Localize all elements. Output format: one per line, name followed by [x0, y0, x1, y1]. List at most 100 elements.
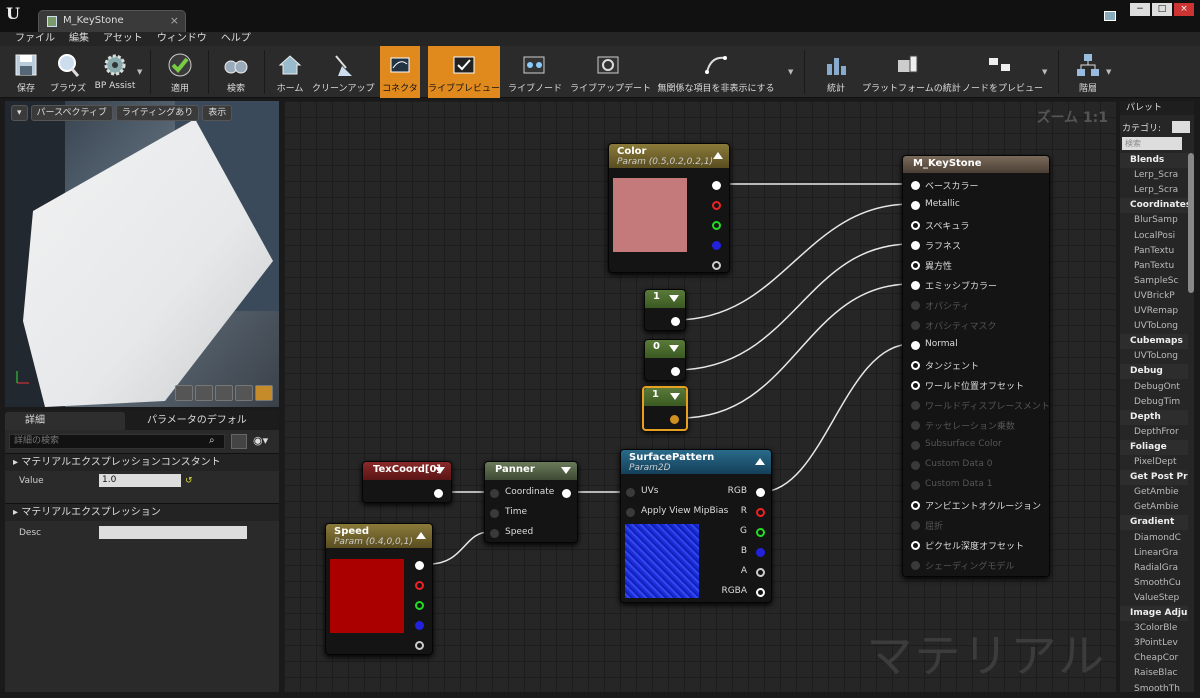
input-pin-ambient-occlusion[interactable] — [911, 501, 920, 510]
palette-item[interactable]: BlurSamp — [1120, 213, 1188, 228]
texcoord-node[interactable]: TexCoord[0] — [362, 461, 452, 503]
cylinder-mesh-button[interactable] — [175, 385, 193, 401]
plane-mesh-button[interactable] — [215, 385, 233, 401]
tab-m-keystone[interactable]: M_KeyStone × — [38, 10, 186, 32]
category-select[interactable] — [1172, 121, 1190, 133]
palette-search-input[interactable]: 検索 — [1122, 137, 1182, 150]
palette-category[interactable]: Coordinates — [1120, 198, 1188, 214]
output-pin-rgba[interactable] — [756, 588, 765, 597]
search-button[interactable]: 検索 — [216, 46, 256, 98]
output-pin-g[interactable] — [756, 528, 765, 537]
home-button[interactable]: ホーム — [270, 46, 310, 98]
tab-details[interactable]: 詳細 — [5, 412, 125, 430]
material-graph[interactable]: ズーム 1:1 マテリアル Color Param (0.5,0.2,0.2,1… — [284, 101, 1116, 692]
output-pin-rgb[interactable] — [415, 561, 424, 570]
menu-window[interactable]: ウィンドウ — [150, 32, 214, 46]
palette-item[interactable]: PanTextu — [1120, 244, 1188, 259]
palette-item[interactable]: RaiseBlac — [1120, 666, 1188, 681]
palette-item[interactable]: RadialGra — [1120, 561, 1188, 576]
palette-item[interactable]: DepthFror — [1120, 425, 1188, 440]
palette-category[interactable]: Depth — [1120, 409, 1188, 425]
constant-node-1[interactable]: 1 — [644, 289, 686, 331]
palette-category[interactable]: Gradient — [1120, 515, 1188, 531]
menu-edit[interactable]: 編集 — [62, 32, 96, 46]
output-pin-g[interactable] — [712, 221, 721, 230]
minimize-button[interactable]: − — [1130, 3, 1150, 16]
value-input[interactable]: 1.0 — [99, 474, 181, 487]
perspective-button[interactable]: パースペクティブ — [30, 105, 113, 121]
panner-node[interactable]: Panner Coordinate Time Speed — [484, 461, 578, 543]
sphere-mesh-button[interactable] — [195, 385, 213, 401]
palette-item[interactable]: UVBrickP — [1120, 289, 1188, 304]
palette-category[interactable]: Cubemaps — [1120, 334, 1188, 350]
input-pin-pixel-depth-offset[interactable] — [911, 541, 920, 550]
constant-node-0[interactable]: 0 — [644, 339, 686, 381]
hide-unrelated-button[interactable]: 無関係な項目を非表示にする — [652, 46, 780, 98]
menu-asset[interactable]: アセット — [96, 32, 150, 46]
output-pin[interactable] — [671, 317, 680, 326]
output-pin-b[interactable] — [712, 241, 721, 250]
output-pin-a[interactable] — [756, 568, 765, 577]
palette-item[interactable]: SmoothCu — [1120, 576, 1188, 591]
cube-mesh-button[interactable] — [235, 385, 253, 401]
palette-item[interactable]: DebugOnt — [1120, 380, 1188, 395]
palette-item[interactable]: GetAmbie — [1120, 485, 1188, 500]
source-control-icon[interactable] — [1104, 11, 1116, 21]
connector-button[interactable]: コネクタ — [380, 46, 420, 98]
palette-item[interactable]: UVToLong — [1120, 349, 1188, 364]
output-pin-r[interactable] — [756, 508, 765, 517]
output-pin[interactable] — [671, 367, 680, 376]
palette-item[interactable]: 3PointLev — [1120, 636, 1188, 651]
menu-help[interactable]: ヘルプ — [214, 32, 258, 46]
palette-category[interactable]: Get Post Pr — [1120, 470, 1188, 486]
bp-assist-dropdown-icon[interactable]: ▼ — [137, 68, 142, 76]
collapse-icon[interactable] — [561, 467, 571, 474]
live-nodes-button[interactable]: ライブノード — [508, 46, 562, 98]
input-pin-mipbias[interactable] — [626, 508, 635, 517]
grid-view-icon[interactable] — [231, 434, 247, 449]
output-pin[interactable] — [434, 489, 443, 498]
bp-assist-button[interactable]: BP Assist — [92, 46, 138, 98]
reset-arrow-icon[interactable]: ↺ — [185, 471, 193, 491]
palette-category[interactable]: Foliage — [1120, 439, 1188, 455]
viewport-menu-button[interactable]: ▾ — [11, 105, 28, 121]
output-pin-rgb[interactable] — [756, 488, 765, 497]
input-pin-tangent[interactable] — [911, 361, 920, 370]
eye-icon[interactable]: ◉▾ — [253, 434, 268, 447]
output-pin-a[interactable] — [712, 261, 721, 270]
palette-item[interactable]: CheapCor — [1120, 651, 1188, 666]
surface-pattern-node[interactable]: SurfacePattern Param2D UVs Apply View Mi… — [620, 449, 772, 603]
palette-item[interactable]: DebugTim — [1120, 395, 1188, 410]
palette-scrollbar[interactable] — [1188, 153, 1194, 293]
maximize-button[interactable]: □ — [1152, 3, 1172, 16]
apply-button[interactable]: 適用 — [160, 46, 200, 98]
palette-item[interactable]: LocalPosi — [1120, 229, 1188, 244]
tab-close-icon[interactable]: × — [170, 14, 179, 27]
hierarchy-button[interactable]: 階層 — [1068, 46, 1108, 98]
material-result-node[interactable]: M_KeyStone ベースカラー Metallic スペキュラ ラフネス 異方… — [902, 155, 1050, 577]
preview-viewport[interactable]: ▾ パースペクティブ ライティングあり 表示 — [5, 101, 279, 407]
palette-item[interactable]: SmoothTh — [1120, 682, 1188, 693]
input-pin-normal[interactable] — [911, 341, 920, 350]
output-pin-b[interactable] — [415, 621, 424, 630]
input-pin-coordinate[interactable] — [490, 489, 499, 498]
preview-dropdown-icon[interactable]: ▼ — [1042, 68, 1047, 76]
custom-mesh-button[interactable] — [255, 385, 273, 401]
collapse-icon[interactable] — [669, 295, 679, 302]
palette-category[interactable]: Image Adju — [1120, 606, 1188, 621]
palette-item[interactable]: PixelDept — [1120, 455, 1188, 470]
speed-param-node[interactable]: Speed Param (0.4,0,0,1) — [325, 523, 433, 655]
color-param-node[interactable]: Color Param (0.5,0.2,0.2,1) — [608, 143, 730, 273]
input-pin-specular[interactable] — [911, 221, 920, 230]
platform-stats-button[interactable]: プラットフォームの統計 — [862, 46, 961, 98]
palette-item[interactable]: DiamondC — [1120, 531, 1188, 546]
input-pin-anisotropy[interactable] — [911, 261, 920, 270]
browse-button[interactable]: ブラウズ — [46, 46, 90, 98]
save-button[interactable]: 保存 — [8, 46, 44, 98]
output-pin-a[interactable] — [415, 641, 424, 650]
output-pin-r[interactable] — [712, 201, 721, 210]
input-pin-emissive[interactable] — [911, 281, 920, 290]
input-pin-roughness[interactable] — [911, 241, 920, 250]
preview-nodes-button[interactable]: ノードをプレビュー — [962, 46, 1043, 98]
input-pin-metallic[interactable] — [911, 201, 920, 210]
